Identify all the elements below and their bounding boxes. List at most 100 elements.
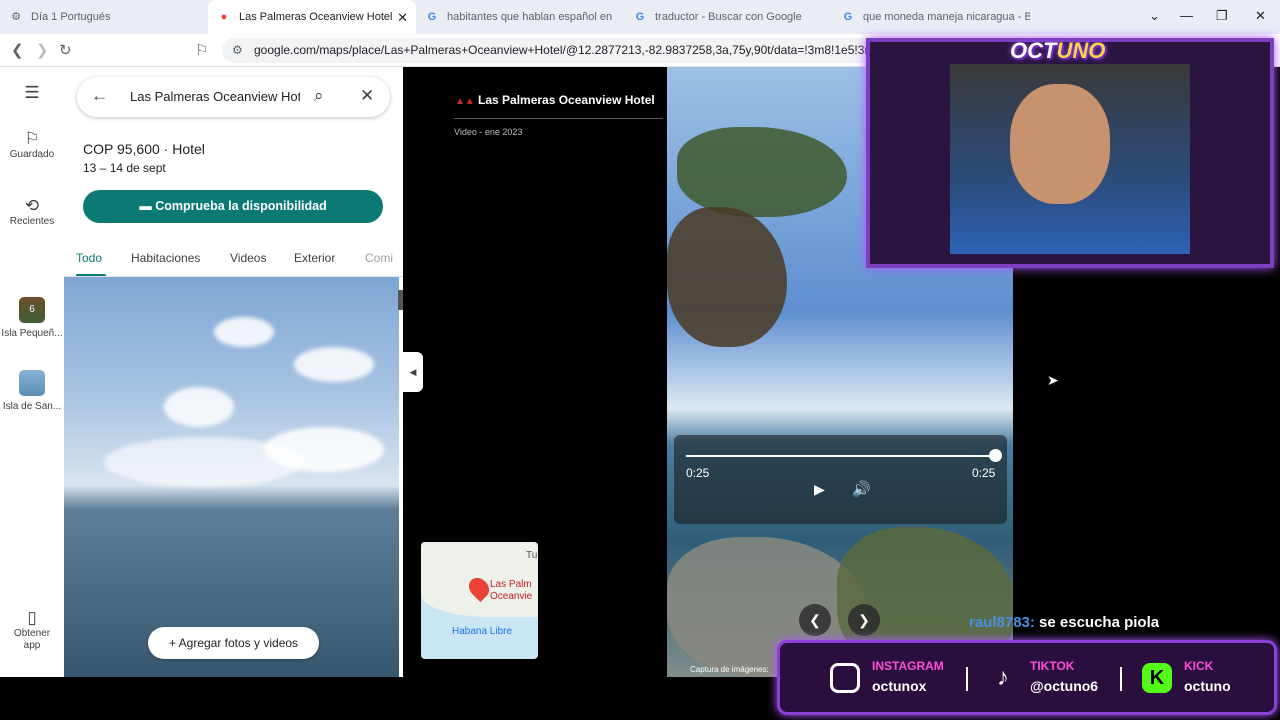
url-field[interactable]: ⚙ google.com/maps/place/Las+Palmeras+Oce… <box>222 38 882 63</box>
chevron-right-icon: ❯ <box>858 612 870 628</box>
social-network: KICK <box>1184 659 1214 673</box>
social-handle: octunox <box>872 678 927 694</box>
get-app-label: Obtener app <box>13 628 51 651</box>
bookmark-icon[interactable]: ⚐ <box>195 41 208 59</box>
divider <box>454 118 663 119</box>
tiktok-icon: ♪ <box>997 664 1009 691</box>
restore-icon[interactable]: ❐ <box>1216 8 1228 24</box>
recent-place-2[interactable]: Isla de San... <box>0 370 64 413</box>
mini-map[interactable]: Tu Las Palm Oceanvie Habana Libre <box>421 542 538 659</box>
history-icon: ⟲ <box>24 196 40 215</box>
map-label: Oceanvie <box>490 591 533 602</box>
tab-exterior[interactable]: Exterior <box>294 251 335 265</box>
reload-icon[interactable]: ↻ <box>59 41 72 59</box>
previous-media-button[interactable]: ❮ <box>799 604 831 636</box>
brand-right: UNO <box>1056 38 1106 63</box>
site-info-icon[interactable]: ⚙ <box>232 38 243 63</box>
get-app-button[interactable]: ▯ Obtener app <box>0 609 64 652</box>
close-icon[interactable]: ✕ <box>360 86 374 106</box>
dates-text[interactable]: 13 – 14 de sept <box>83 161 166 175</box>
chat-text: se escucha piola <box>1039 614 1160 631</box>
tab-label: traductor - Buscar con Google <box>655 11 802 23</box>
webcam-feed <box>950 64 1190 254</box>
webcam-overlay: OCTUNO <box>866 38 1274 268</box>
place-thumbnail <box>19 370 45 396</box>
tab-traductor[interactable]: G traductor - Buscar con Google <box>624 0 832 34</box>
panel-scrollbar[interactable] <box>398 290 403 310</box>
map-label: Habana Libre <box>452 626 513 637</box>
search-box[interactable]: ← Las Palmeras Oceanview Hotel ⌕ ✕ <box>77 77 390 117</box>
divider <box>1120 667 1122 691</box>
back-icon[interactable]: ❮ <box>11 41 24 59</box>
instagram-icon <box>830 663 860 693</box>
seek-handle[interactable] <box>989 449 1002 462</box>
bed-icon: ▬ <box>139 199 156 213</box>
search-input[interactable]: Las Palmeras Oceanview Hotel <box>130 89 300 104</box>
minimize-icon[interactable]: — <box>1180 8 1193 23</box>
recent-place-label: Isla Pequeñ... <box>1 328 63 339</box>
tab-list-icon[interactable]: ⌄ <box>1149 8 1160 24</box>
recent-place-label: Isla de San... <box>2 401 62 412</box>
streamer-face <box>1010 84 1110 204</box>
current-time: 0:25 <box>686 466 710 480</box>
duration-time: 0:25 <box>972 466 996 480</box>
forward-icon[interactable]: ❯ <box>36 41 49 59</box>
url-text: google.com/maps/place/Las+Palmeras+Ocean… <box>254 43 882 57</box>
menu-button[interactable]: ☰ <box>0 83 64 103</box>
viewer-subtitle: Video - ene 2023 <box>454 127 523 137</box>
tab-label: Las Palmeras Oceanview Hotel <box>239 11 393 23</box>
tab-label: que moneda maneja nicaragua - Bus <box>863 11 1030 23</box>
tab-dia-1[interactable]: ⚙ Día 1 Portugués <box>0 0 208 34</box>
check-availability-button[interactable]: ▬ Comprueba la disponibilidad <box>83 190 383 223</box>
image-credit: Captura de imágenes: <box>690 665 769 674</box>
tab-videos[interactable]: Videos <box>230 251 266 265</box>
social-network: TIKTOK <box>1030 659 1075 673</box>
tab-moneda[interactable]: G que moneda maneja nicaragua - Bus <box>832 0 1040 34</box>
chat-message: raul8783: se escucha piola <box>969 614 1159 631</box>
add-photos-button[interactable]: + Agregar fotos y videos <box>148 627 319 659</box>
seek-bar[interactable] <box>686 455 996 457</box>
back-arrow-icon[interactable]: ← <box>91 86 108 106</box>
recents-button[interactable]: ⟲ Recientes <box>0 196 64 228</box>
tab-label: habitantes que hablan español en el <box>447 11 614 23</box>
social-network: INSTAGRAM <box>872 659 944 673</box>
viewer-title: Las Palmeras Oceanview Hotel <box>478 93 655 107</box>
hamburger-icon: ☰ <box>24 83 40 102</box>
hotel-logo-icon: ▲▲ <box>455 96 475 107</box>
volume-icon[interactable]: 🔊 <box>852 480 871 498</box>
divider <box>966 667 968 691</box>
socials-banner: INSTAGRAM octunox ♪ TIKTOK @octuno6 K KI… <box>777 640 1277 715</box>
video-controls <box>674 435 1007 524</box>
chevron-left-icon: ◀ <box>409 367 417 377</box>
maps-rail: ☰ ⚐ Guardado ⟲ Recientes 6 Isla Pequeñ..… <box>0 67 64 677</box>
stream-brand: OCTUNO <box>1010 38 1105 64</box>
tab-todo[interactable]: Todo <box>76 251 102 265</box>
mouse-cursor-icon: ➤ <box>1047 372 1059 388</box>
chat-username: raul8783: <box>969 614 1035 631</box>
next-media-button[interactable]: ❯ <box>848 604 880 636</box>
browser-tab-strip: ⚙ Día 1 Portugués ● Las Palmeras Oceanvi… <box>0 0 1280 34</box>
gear-icon: ⚙ <box>11 11 21 23</box>
availability-label: Comprueba la disponibilidad <box>155 199 327 213</box>
chevron-left-icon: ❮ <box>809 612 821 628</box>
play-icon[interactable]: ▶ <box>814 481 825 498</box>
bookmark-icon: ⚐ <box>24 129 40 148</box>
tab-las-palmeras[interactable]: ● Las Palmeras Oceanview Hotel ✕ <box>208 0 416 34</box>
maps-pin-icon: ● <box>220 11 228 23</box>
tab-habitantes[interactable]: G habitantes que hablan español en el <box>416 0 624 34</box>
recent-place-1[interactable]: 6 Isla Pequeñ... <box>0 297 64 340</box>
hotel-photo[interactable] <box>64 277 399 677</box>
price-text: COP 95,600 · Hotel <box>83 141 205 157</box>
kick-icon: K <box>1142 663 1172 693</box>
search-icon[interactable]: ⌕ <box>314 86 324 106</box>
recents-label: Recientes <box>9 216 55 227</box>
photo-tabs: Todo Habitaciones Videos Exterior Comi <box>64 243 403 277</box>
collapse-panel-button[interactable]: ◀ <box>403 352 423 392</box>
plus-icon: + <box>168 636 179 650</box>
close-tab-icon[interactable]: ✕ <box>397 10 408 26</box>
close-window-icon[interactable]: ✕ <box>1255 8 1266 24</box>
tab-habitaciones[interactable]: Habitaciones <box>131 251 200 265</box>
brand-left: OCT <box>1010 38 1057 63</box>
saved-button[interactable]: ⚐ Guardado <box>0 129 64 161</box>
tab-comida[interactable]: Comi <box>365 251 393 265</box>
